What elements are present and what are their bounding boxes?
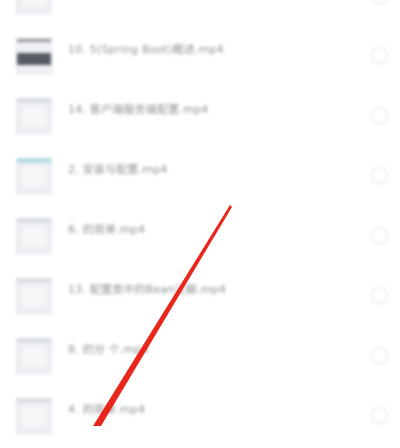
video-file-thumbnail-icon	[16, 398, 52, 434]
video-file-thumbnail-icon	[16, 338, 52, 374]
file-title: 4. 的简单.mp4	[68, 403, 146, 416]
list-item[interactable]: 13. 配置类中的Bean注解.mp4	[0, 268, 400, 328]
file-meta	[68, 121, 88, 130]
radio-unchecked-icon[interactable]	[371, 287, 388, 304]
list-item[interactable]: 14. 客户端服务端配置.mp4	[0, 88, 400, 148]
video-file-thumbnail-icon	[16, 278, 52, 314]
file-meta	[68, 61, 88, 70]
file-meta	[68, 241, 88, 250]
video-file-thumbnail-icon	[16, 0, 52, 14]
list-item[interactable]: 8. 的分 个.mp4	[0, 328, 400, 388]
file-meta	[68, 1, 88, 10]
radio-unchecked-icon[interactable]	[371, 107, 388, 124]
file-list: 10. 5(Spring Boot)概述.mp4 14. 客户端服务端配置.mp…	[0, 0, 400, 448]
video-file-thumbnail-icon	[16, 38, 52, 74]
file-title: 10. 5(Spring Boot)概述.mp4	[68, 43, 224, 56]
file-title: 14. 客户端服务端配置.mp4	[68, 103, 209, 116]
file-title: 6. 的简单.mp4	[68, 223, 146, 236]
file-title: 13. 配置类中的Bean注解.mp4	[68, 283, 227, 296]
list-item[interactable]	[0, 0, 400, 28]
radio-unchecked-icon[interactable]	[371, 347, 388, 364]
list-item[interactable]: 2. 安装与配置.mp4	[0, 148, 400, 208]
file-meta	[68, 361, 88, 370]
file-title: 2. 安装与配置.mp4	[68, 163, 168, 176]
file-meta	[68, 301, 88, 310]
radio-unchecked-icon[interactable]	[371, 407, 388, 424]
list-item[interactable]: 4. 的简单.mp4	[0, 388, 400, 448]
radio-unchecked-icon[interactable]	[371, 167, 388, 184]
list-item[interactable]: 6. 的简单.mp4	[0, 208, 400, 268]
radio-unchecked-icon[interactable]	[371, 227, 388, 244]
list-item[interactable]: 10. 5(Spring Boot)概述.mp4	[0, 28, 400, 88]
video-file-thumbnail-icon	[16, 98, 52, 134]
file-title: 8. 的分 个.mp4	[68, 343, 149, 356]
radio-unchecked-icon[interactable]	[371, 47, 388, 64]
video-file-thumbnail-icon	[16, 158, 52, 194]
video-file-thumbnail-icon	[16, 218, 52, 254]
blurred-screen: 10. 5(Spring Boot)概述.mp4 14. 客户端服务端配置.mp…	[0, 0, 400, 434]
radio-unchecked-icon[interactable]	[371, 0, 388, 4]
file-meta	[68, 181, 88, 190]
